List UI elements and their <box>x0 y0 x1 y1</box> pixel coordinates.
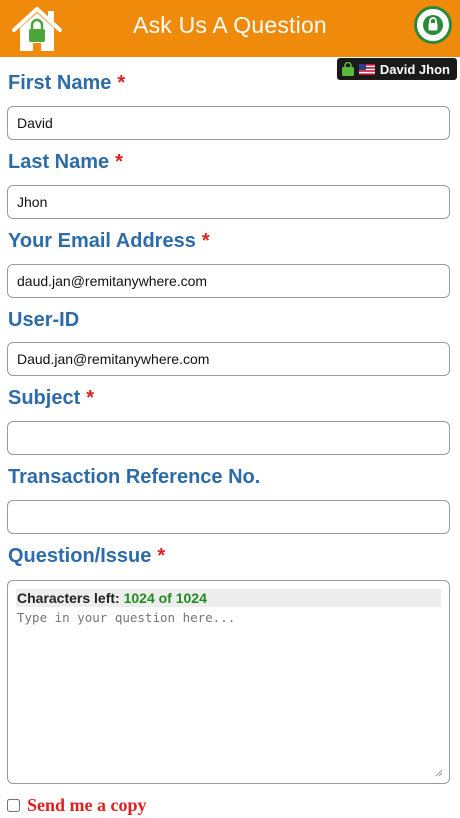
required-asterisk: * <box>201 230 210 252</box>
question-label: Question/Issue * <box>8 545 166 567</box>
required-asterisk: * <box>115 151 123 173</box>
subject-input[interactable] <box>7 421 450 455</box>
send-copy-row: Send me a copy <box>7 795 147 816</box>
email-input[interactable] <box>7 264 450 298</box>
app-header: Ask Us A Question <box>0 0 460 57</box>
required-asterisk: * <box>86 387 95 409</box>
question-box: Characters left: 1024 of 1024 <box>7 580 450 784</box>
required-asterisk: * <box>117 72 126 94</box>
transaction-ref-label: Transaction Reference No. <box>8 466 261 488</box>
power-lock-icon <box>423 15 443 35</box>
lock-icon <box>341 62 354 76</box>
subject-label: Subject * <box>8 387 95 409</box>
transaction-ref-input[interactable] <box>7 500 450 534</box>
first-name-label: First Name * <box>8 72 126 94</box>
logout-button[interactable] <box>414 6 452 44</box>
page-title: Ask Us A Question <box>133 12 327 38</box>
user-id-input[interactable] <box>7 342 450 376</box>
send-copy-label[interactable]: Send me a copy <box>27 795 147 816</box>
characters-left-bar: Characters left: 1024 of 1024 <box>16 589 441 607</box>
email-label: Your Email Address * <box>8 230 210 252</box>
send-copy-checkbox[interactable] <box>7 799 20 812</box>
question-textarea[interactable] <box>14 608 442 776</box>
first-name-input[interactable] <box>7 106 450 140</box>
characters-left-count: 1024 of 1024 <box>123 590 207 606</box>
resize-grip-icon[interactable] <box>435 769 443 777</box>
characters-left-label: Characters left: <box>17 590 120 606</box>
last-name-input[interactable] <box>7 185 450 219</box>
user-name: David Jhon <box>379 61 450 77</box>
us-flag-icon <box>358 63 375 75</box>
last-name-label: Last Name * <box>8 151 123 173</box>
required-asterisk: * <box>157 545 166 567</box>
user-id-label: User-ID <box>8 309 80 331</box>
user-badge: David Jhon <box>336 58 457 80</box>
